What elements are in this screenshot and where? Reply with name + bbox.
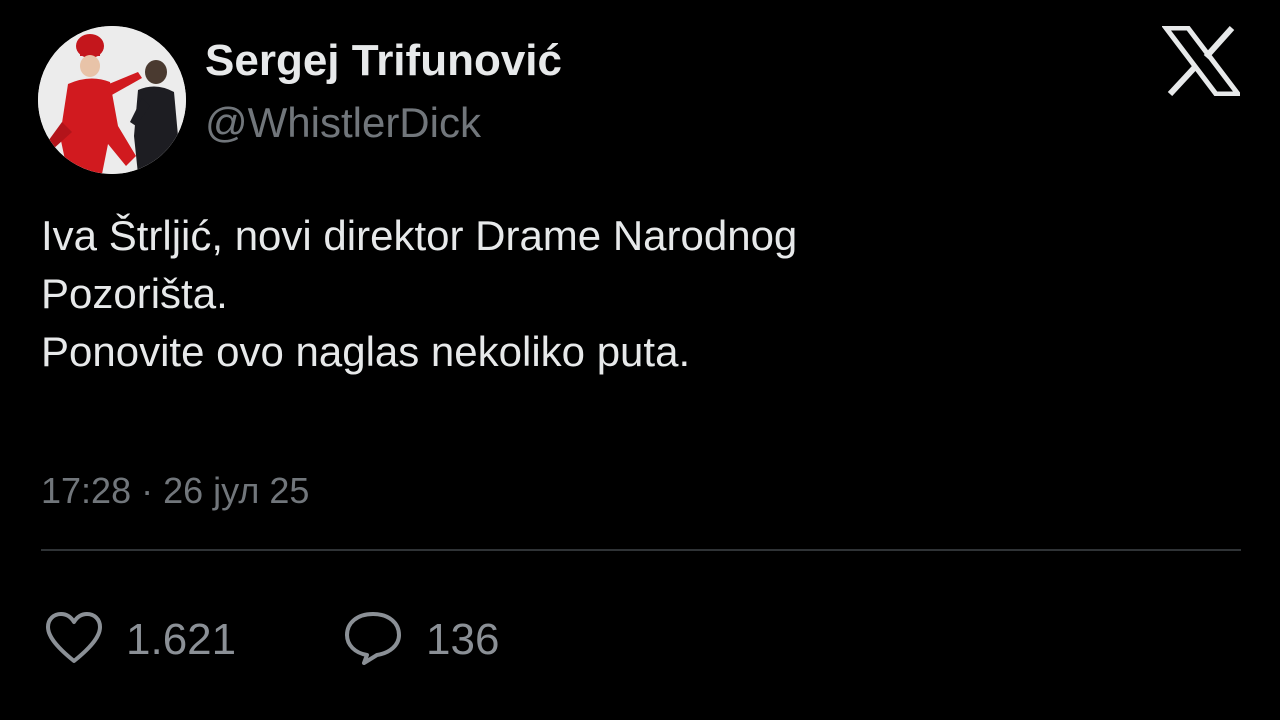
tweet-text-line: Pozorišta. bbox=[41, 270, 228, 317]
avatar[interactable] bbox=[38, 26, 186, 174]
tweet-card: Sergej Trifunović @WhistlerDick Iva Štrl… bbox=[0, 0, 1280, 720]
tweet-timestamp[interactable]: 17:28 · 26 јул 25 bbox=[41, 470, 309, 512]
author-handle[interactable]: @WhistlerDick bbox=[205, 99, 481, 147]
reply-count: 136 bbox=[426, 615, 500, 664]
reply-button[interactable]: 136 bbox=[342, 610, 500, 671]
x-logo-icon[interactable] bbox=[1160, 25, 1244, 97]
author-display-name[interactable]: Sergej Trifunović bbox=[205, 36, 562, 86]
reply-bubble-icon bbox=[342, 610, 404, 671]
like-count: 1.621 bbox=[126, 615, 237, 664]
divider bbox=[41, 549, 1241, 551]
tweet-text: Iva Štrljić, novi direktor Drame Narodno… bbox=[41, 207, 1201, 381]
tweet-text-line: Ponovite ovo naglas nekoliko puta. bbox=[41, 328, 691, 375]
tweet-text-line: Iva Štrljić, novi direktor Drame Narodno… bbox=[41, 212, 798, 259]
heart-icon bbox=[44, 611, 104, 670]
like-button[interactable]: 1.621 bbox=[44, 611, 237, 670]
